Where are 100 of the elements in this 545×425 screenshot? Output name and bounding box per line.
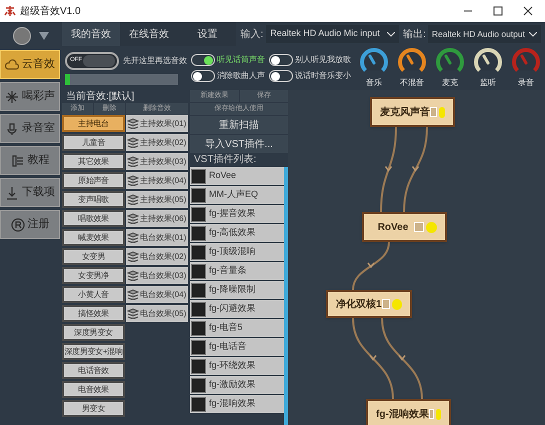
stack-icon (127, 194, 139, 205)
toggle-label: 别人听见我放歌 (295, 54, 351, 66)
vst-plugin-item[interactable]: fg-降噪限制 (190, 281, 284, 299)
stack-icon (127, 213, 139, 224)
output-label: 输出: (403, 28, 427, 42)
stack-icon (127, 289, 139, 300)
vst-plugin-item[interactable]: fg-握音效果 (190, 205, 284, 223)
sidebar-item[interactable]: 下载项 (0, 178, 60, 207)
scrollbar[interactable] (284, 167, 288, 425)
vst-plugin-item[interactable]: fg-环绕效果 (190, 357, 284, 375)
plugin-thumbnail-icon (191, 320, 206, 336)
effect-category[interactable]: 电话音效 (62, 362, 125, 379)
plugin-thumbnail-icon (191, 226, 206, 240)
knob-label: 音乐 (366, 77, 382, 89)
preset-item[interactable]: 主持效果(06) (126, 210, 188, 227)
plugin-thumbnail-icon (191, 396, 206, 412)
toggle-label: 听见话筒声音 (217, 54, 265, 66)
plugin-thumbnail-icon (191, 188, 206, 202)
sidebar-item[interactable]: 喝彩声 (0, 82, 60, 111)
toggle-switch[interactable] (269, 70, 293, 82)
effect-node[interactable]: fg-混响效果 (366, 399, 451, 425)
preset-item[interactable]: 主持效果(04) (126, 172, 188, 189)
rescan-button[interactable]: 重新扫描 (190, 116, 288, 134)
effect-category[interactable]: 儿童音 (62, 134, 125, 151)
sparkle-icon (5, 90, 19, 104)
power-hint: 先开这里再选音效 (123, 54, 187, 66)
effect-category[interactable]: 主持电台 (62, 115, 125, 132)
vst-plugin-item[interactable]: fg-顶级混响 (190, 243, 284, 261)
input-label: 输入: (240, 28, 264, 42)
app-logo-icon (4, 5, 16, 17)
toggle-switch[interactable] (191, 54, 215, 66)
maximize-icon[interactable] (493, 6, 503, 16)
effect-category[interactable]: 深度男变女+混响 (62, 343, 125, 360)
effect-category[interactable]: 女变男 (62, 248, 125, 265)
plugin-thumbnail-icon (191, 282, 206, 298)
plugin-thumbnail-icon (191, 244, 206, 260)
current-effect-label: 当前音效:[默认] (65, 90, 136, 103)
effect-category[interactable]: 电音效果 (62, 381, 125, 398)
preset-item[interactable]: 电台效果(01) (126, 229, 188, 246)
vst-plugin-item[interactable]: fg-闪避效果 (190, 300, 284, 318)
effect-category[interactable]: 深度男变女 (62, 324, 125, 341)
effect-category[interactable]: 变声唱歌 (62, 191, 125, 208)
stack-icon (127, 308, 139, 319)
preset-item[interactable]: 电台效果(03) (126, 267, 188, 284)
effect-category[interactable]: 小黄人音 (62, 286, 125, 303)
microphone-icon (5, 122, 19, 136)
input-dropdown[interactable]: Realtek HD Audio Mic input (266, 25, 400, 43)
window-title: 超级音效V1.0 (20, 4, 81, 18)
plugin-thumbnail-icon (191, 378, 206, 392)
document-icon (10, 154, 24, 168)
effect-node[interactable]: RoVee (362, 212, 447, 242)
vst-plugin-item[interactable]: fg-高低效果 (190, 224, 284, 242)
import-vst-button[interactable]: 导入VST插件... (190, 135, 288, 153)
vst-plugin-item[interactable]: fg-激励效果 (190, 376, 284, 394)
preset-item[interactable]: 主持效果(03) (126, 153, 188, 170)
download-icon (5, 186, 19, 200)
effect-category[interactable]: 原始声音 (62, 172, 125, 189)
sidebar-item[interactable]: 教程 (0, 146, 60, 175)
dropdown-arrow-icon[interactable] (39, 32, 49, 40)
close-icon[interactable] (523, 6, 533, 16)
vst-plugin-item[interactable]: fg-音量条 (190, 262, 284, 280)
effect-category[interactable]: 喊麦效果 (62, 229, 125, 246)
tab[interactable]: 设置 (178, 22, 236, 46)
effect-category[interactable]: 搞怪效果 (62, 305, 125, 322)
vst-plugin-item[interactable]: RoVee (190, 167, 284, 185)
toggle-switch[interactable] (191, 70, 215, 82)
logo-icon[interactable] (13, 27, 31, 45)
chevron-down-icon (528, 32, 537, 36)
knob-label: 监听 (480, 77, 496, 89)
plugin-thumbnail-icon (191, 206, 206, 222)
preset-item[interactable]: 电台效果(02) (126, 248, 188, 265)
effect-category[interactable]: 女变男净 (62, 267, 125, 284)
plugin-thumbnail-icon (191, 358, 206, 374)
effect-category[interactable]: 其它效果 (62, 153, 125, 170)
preset-item[interactable]: 主持效果(02) (126, 134, 188, 151)
stack-icon (127, 251, 139, 262)
toggle-label: 消除歌曲人声 (217, 70, 265, 82)
vst-plugin-item[interactable]: fg-电话音 (190, 338, 284, 356)
plugin-thumbnail-icon (191, 264, 206, 278)
preset-item[interactable]: 主持效果(01) (126, 115, 188, 132)
effect-category[interactable]: 唱歌效果 (62, 210, 125, 227)
vst-plugin-item[interactable]: fg-混响效果 (190, 395, 284, 413)
output-dropdown[interactable]: Realtek HD Audio output (428, 25, 541, 43)
tab[interactable]: 我的音效 (62, 22, 120, 46)
stack-icon (127, 156, 139, 167)
vst-plugin-item[interactable]: fg-电音5 (190, 319, 284, 337)
vst-plugin-item[interactable]: MM-人声EQ (190, 186, 284, 204)
preset-item[interactable]: 主持效果(05) (126, 191, 188, 208)
sidebar-item[interactable]: 注册 (0, 210, 60, 239)
effect-node[interactable]: 净化双核1 (326, 290, 412, 318)
tab[interactable]: 在线音效 (120, 22, 178, 46)
sidebar-item[interactable]: 云音效 (0, 50, 60, 79)
stack-icon (127, 175, 139, 186)
toggle-switch[interactable] (269, 54, 293, 66)
preset-item[interactable]: 电台效果(04) (126, 286, 188, 303)
sidebar-item[interactable]: 录音室 (0, 114, 60, 143)
preset-item[interactable]: 电台效果(05) (126, 305, 188, 322)
effect-category[interactable]: 男变女 (62, 400, 125, 417)
node-label: fg-混响效果 (376, 408, 429, 422)
effect-node[interactable]: 麦克风声音 (370, 97, 455, 127)
